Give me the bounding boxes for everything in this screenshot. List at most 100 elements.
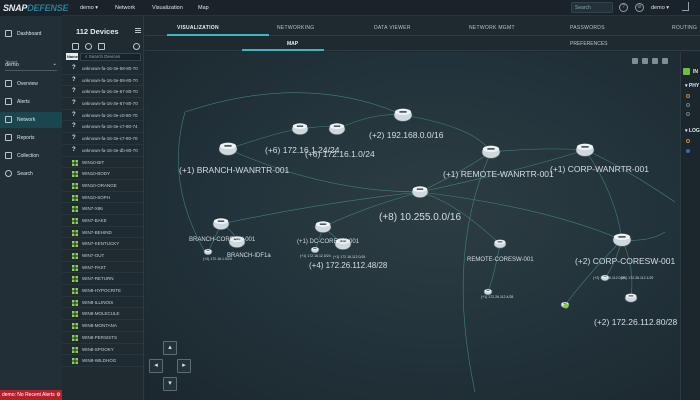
device-list-item[interactable]: WIN8-MONTANA	[62, 320, 143, 332]
help-icon[interactable]: ?	[619, 3, 628, 12]
switch-node[interactable]	[411, 186, 429, 198]
subtab-preferences[interactable]: PREFERENCES	[570, 37, 608, 51]
layer-physical[interactable]: ▾ PHY	[685, 83, 699, 89]
device-list-item[interactable]: WIN7-BEHIND	[62, 227, 143, 239]
label-small-subnet: (+1) 172.16.112.0/24	[333, 255, 365, 259]
nav-collection[interactable]: Collection	[0, 148, 62, 164]
radio-icon[interactable]	[686, 94, 690, 98]
logout-icon[interactable]	[682, 2, 689, 11]
device-list-item[interactable]: ? unknown-fa-16-3e-c0-80-70	[62, 110, 143, 122]
router-node[interactable]	[393, 108, 413, 122]
device-name: WIN8-MONTANA	[82, 323, 117, 329]
device-list-item[interactable]: WIN7-BAKE	[62, 215, 143, 227]
router-node[interactable]	[575, 143, 595, 157]
device-list-item[interactable]: ? unknown-fa-16-3e-58-80-70	[62, 63, 143, 75]
device-list-item[interactable]: WIN8-MOLECULE	[62, 308, 143, 321]
device-list-item[interactable]: WIN7-PAST	[62, 262, 143, 274]
tab-routing[interactable]: ROUTING	[672, 20, 697, 36]
topology-link	[487, 243, 501, 293]
device-name: WIN10-BODY	[82, 171, 111, 177]
device-list-item[interactable]: WIN8-SPOOKY	[62, 344, 143, 356]
device-list-item[interactable]: ? unknown-fa-16-3e-67-80-70	[62, 98, 143, 110]
switch-node[interactable]	[483, 288, 493, 296]
topology-link	[178, 111, 206, 253]
user-menu[interactable]: demo ▾	[651, 0, 669, 16]
sort-select[interactable]: Name	[66, 53, 78, 60]
refresh-icon[interactable]	[133, 43, 140, 50]
router-node[interactable]	[481, 145, 501, 159]
network-map[interactable]: (+1) BRANCH-WANRTR-001 (+6) 172.16.1.24/…	[145, 52, 680, 400]
layer-logical[interactable]: ▾ LOG	[685, 128, 700, 134]
device-list-item[interactable]: WIN10-BIT	[62, 157, 143, 169]
switch-node[interactable]	[624, 293, 638, 303]
device-list-item[interactable]: WIN8-PERSISTS	[62, 332, 143, 344]
topology-graph[interactable]: (+1) BRANCH-WANRTR-001 (+6) 172.16.1.24/…	[145, 52, 680, 400]
device-list-item[interactable]: WIN8-WILDHOG	[62, 355, 143, 367]
windows-icon	[72, 206, 78, 213]
switch-node[interactable]	[212, 218, 230, 230]
switch-node[interactable]	[310, 246, 320, 254]
device-list-item[interactable]: WIN8-ILLINOIS	[62, 297, 143, 309]
radio-icon[interactable]	[686, 149, 690, 153]
windows-icon	[72, 217, 78, 224]
tab-networking[interactable]: NETWORKING	[277, 20, 314, 36]
switch-node[interactable]	[291, 123, 309, 135]
nav-overview[interactable]: Overview	[0, 76, 62, 92]
menu-visualization[interactable]: Visualization	[152, 0, 183, 16]
menu-network[interactable]: Network	[115, 0, 135, 16]
radio-icon[interactable]	[686, 112, 690, 116]
device-list-item[interactable]: WIN7-KENTUCKY	[62, 238, 143, 250]
device-list-item[interactable]: ? unknown-fa-16-3e-db-80-70	[62, 145, 143, 157]
device-list-item[interactable]: WIN10-SOPH	[62, 192, 143, 204]
tab-network-mgmt[interactable]: NETWORK MGMT	[469, 20, 515, 36]
snapdefense-logo[interactable]: SNAPDEFENSE	[0, 0, 69, 16]
device-list-item[interactable]: WIN8-HYPOCRITE	[62, 285, 143, 297]
tenant-menu[interactable]: demo ▾	[80, 0, 98, 16]
tab-data-viewer[interactable]: DATA VIEWER	[374, 20, 411, 36]
tenant-select[interactable]: Tenant demo ⌄	[5, 59, 57, 71]
device-search-input[interactable]: ⌕ Search Devices	[80, 53, 141, 61]
device-list-item[interactable]: WIN7-RETURN	[62, 273, 143, 286]
settings-icon[interactable]: ⚙	[635, 3, 644, 12]
switch-node[interactable]	[328, 123, 346, 135]
copy-icon[interactable]	[72, 43, 79, 50]
switch-node[interactable]	[493, 239, 507, 249]
pan-down-button[interactable]: ▾	[163, 377, 177, 391]
radio-icon[interactable]	[686, 139, 690, 143]
device-name: unknown-fa-16-3e-67-80-70	[82, 101, 138, 107]
alert-status-bar[interactable]: demo: No Recent Alerts ⚙	[0, 390, 66, 400]
device-list-item[interactable]: ? unknown-fa-16-3e-c7-80-70	[62, 133, 143, 145]
pan-right-button[interactable]: ▸	[177, 359, 191, 373]
switch-node[interactable]	[314, 221, 332, 233]
filter-menu-icon[interactable]	[135, 28, 141, 33]
nav-dashboard[interactable]: Dashboard	[0, 26, 62, 42]
device-list-item[interactable]: WIN10-BODY	[62, 168, 143, 180]
radio-icon[interactable]	[686, 103, 690, 107]
pan-up-button[interactable]: ▴	[163, 341, 177, 355]
device-list-item[interactable]: ? unknown-fa-16-3e-59-80-70	[62, 75, 143, 87]
layer-label: IN	[693, 69, 698, 75]
selected-node-dot[interactable]	[563, 303, 569, 309]
device-list-item[interactable]: WIN7-X86	[62, 203, 143, 215]
checkbox-icon[interactable]	[683, 68, 690, 75]
device-list-item[interactable]: WIN10-ORANGE	[62, 180, 143, 192]
pan-left-button[interactable]: ◂	[149, 359, 163, 373]
nav-search[interactable]: Search	[0, 166, 62, 182]
switch-node[interactable]	[203, 248, 213, 256]
chevron-down-icon: ⌄	[52, 61, 57, 67]
menu-map[interactable]: Map	[198, 0, 209, 16]
device-list-item[interactable]: ? unknown-fa-16-3e-67-80-70	[62, 86, 143, 99]
windows-icon	[72, 334, 78, 341]
router-node[interactable]	[218, 142, 238, 156]
gear-icon[interactable]: ⚙	[56, 392, 60, 398]
search-input[interactable]: Search	[571, 2, 613, 13]
trash-icon[interactable]	[98, 43, 105, 50]
router-node[interactable]	[612, 233, 632, 247]
device-list-item[interactable]: WIN7-OUT	[62, 250, 143, 262]
nav-alerts[interactable]: Alerts	[0, 94, 62, 110]
nav-reports[interactable]: Reports	[0, 130, 62, 146]
device-list-item[interactable]: ? unknown-fa-16-3e-c7-80-74	[62, 121, 143, 134]
nav-network[interactable]: Network	[0, 112, 62, 128]
cloud-icon[interactable]	[85, 43, 92, 50]
tab-passwords[interactable]: PASSWORDS	[570, 20, 605, 36]
